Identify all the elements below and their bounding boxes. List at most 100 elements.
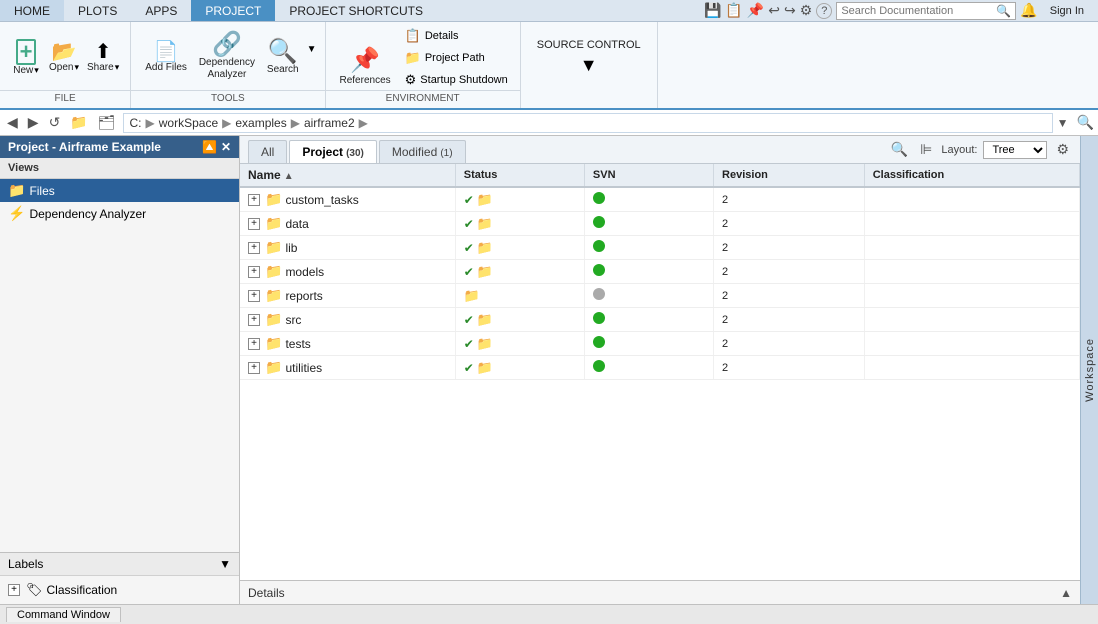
file-svn-cell	[584, 212, 713, 236]
search-files-button[interactable]: 🔍	[888, 140, 911, 159]
classification-item[interactable]: + 🏷 Classification	[8, 580, 231, 600]
expand-classification-btn[interactable]: +	[8, 584, 20, 596]
references-icon: 📌	[350, 46, 380, 75]
table-row[interactable]: + 📁 tests ✔ 📁2	[240, 332, 1080, 356]
tools-expand-button[interactable]: ▼	[307, 44, 317, 71]
menu-apps[interactable]: APPS	[131, 0, 191, 21]
layout-settings-button[interactable]: ⚙	[1053, 140, 1072, 159]
address-search-button[interactable]: 🔍	[1077, 114, 1094, 131]
classification-icon: 🏷	[26, 582, 43, 598]
command-window-tab[interactable]: Command Window	[6, 607, 121, 622]
labels-collapse-icon: ▼	[219, 557, 231, 571]
expand-row-btn[interactable]: +	[248, 218, 260, 230]
source-control-dropdown[interactable]: ▼	[580, 55, 598, 76]
menu-home[interactable]: HOME	[0, 0, 64, 21]
ribbon-section-environment: 📌 References 📋 Details 📁 Project Path ⚙ …	[326, 22, 521, 108]
forward-button[interactable]: ▶	[25, 114, 42, 131]
address-path[interactable]: C: ▶ workSpace ▶ examples ▶ airframe2 ▶	[123, 113, 1053, 133]
labels-header[interactable]: Labels ▼	[0, 553, 239, 576]
references-button[interactable]: 📌 References	[334, 42, 397, 90]
file-name-cell[interactable]: + 📁 src	[240, 308, 455, 332]
table-row[interactable]: + 📁 data ✔ 📁2	[240, 212, 1080, 236]
sidebar-item-files[interactable]: 📁 Files	[0, 179, 239, 202]
toolbar-icon-copy[interactable]: 📋	[725, 2, 742, 19]
table-row[interactable]: + 📁 reports 📁2	[240, 284, 1080, 308]
table-row[interactable]: + 📁 utilities ✔ 📁2	[240, 356, 1080, 380]
col-header-status[interactable]: Status	[455, 164, 584, 187]
sign-in-button[interactable]: Sign In	[1042, 3, 1092, 19]
file-name-cell[interactable]: + 📁 tests	[240, 332, 455, 356]
add-files-button[interactable]: 📄 Add Files	[139, 38, 193, 77]
address-dropdown-button[interactable]: ▼	[1057, 116, 1069, 130]
expand-row-btn[interactable]: +	[248, 338, 260, 350]
tab-modified[interactable]: Modified (1)	[379, 140, 466, 163]
status-check-icon: ✔	[464, 241, 474, 255]
file-status-cell: ✔ 📁	[455, 187, 584, 212]
file-svn-cell	[584, 356, 713, 380]
file-status-cell: ✔ 📁	[455, 356, 584, 380]
col-header-name[interactable]: Name ▲	[240, 164, 455, 187]
toolbar-icon-undo[interactable]: ↩	[768, 2, 780, 19]
references-label: References	[340, 75, 391, 86]
sidebar-item-dependency-analyzer[interactable]: ⚡ Dependency Analyzer	[0, 202, 239, 225]
filter-button[interactable]: ⊫	[917, 140, 935, 159]
browse-button2[interactable]: 🗂	[95, 114, 119, 131]
menu-plots[interactable]: PLOTS	[64, 0, 131, 21]
expand-row-btn[interactable]: +	[248, 266, 260, 278]
project-close-button[interactable]: ✕	[221, 140, 231, 154]
status-check-icon: ✔	[464, 313, 474, 327]
open-dropdown-arrow[interactable]: ▾	[74, 62, 79, 73]
svn-status-dot	[593, 240, 605, 252]
search-button[interactable]: 🔍 Search	[261, 36, 305, 79]
file-name-cell[interactable]: + 📁 data	[240, 212, 455, 236]
refresh-button[interactable]: ↺	[46, 114, 64, 131]
layout-select[interactable]: Tree List Details	[983, 141, 1047, 159]
expand-row-btn[interactable]: +	[248, 314, 260, 326]
tab-all[interactable]: All	[248, 140, 287, 163]
search-documentation-input[interactable]	[841, 5, 996, 17]
dependency-analyzer-button[interactable]: 🔗 DependencyAnalyzer	[195, 29, 259, 85]
project-path-button[interactable]: 📁 Project Path	[401, 48, 512, 68]
file-name-cell[interactable]: + 📁 reports	[240, 284, 455, 308]
file-name-cell[interactable]: + 📁 models	[240, 260, 455, 284]
tab-project[interactable]: Project (30)	[289, 140, 377, 163]
toolbar-icon-redo[interactable]: ↪	[784, 2, 796, 19]
search-documentation-box[interactable]: 🔍	[836, 2, 1016, 20]
file-name-cell[interactable]: + 📁 custom_tasks	[240, 187, 455, 212]
share-dropdown-arrow[interactable]: ▾	[115, 62, 120, 73]
browse-folder-button[interactable]: 📁	[67, 114, 90, 131]
table-row[interactable]: + 📁 lib ✔ 📁2	[240, 236, 1080, 260]
status-check-icon: ✔	[464, 361, 474, 375]
help-icon[interactable]: ?	[816, 3, 832, 19]
details-collapse-button[interactable]: ▲	[1060, 586, 1072, 600]
back-button[interactable]: ◀	[4, 114, 21, 131]
startup-shutdown-button[interactable]: ⚙ Startup Shutdown	[401, 70, 512, 90]
file-name-cell[interactable]: + 📁 utilities	[240, 356, 455, 380]
expand-row-btn[interactable]: +	[248, 242, 260, 254]
file-status-cell: 📁	[455, 284, 584, 308]
menu-project-shortcuts[interactable]: PROJECT SHORTCUTS	[275, 0, 437, 21]
toolbar-icon-paste[interactable]: 📌	[747, 2, 764, 19]
menu-project[interactable]: PROJECT	[191, 0, 275, 21]
svn-status-dot	[593, 288, 605, 300]
col-header-revision[interactable]: Revision	[714, 164, 865, 187]
project-minimize-button[interactable]: 🔼	[202, 140, 217, 154]
expand-row-btn[interactable]: +	[248, 290, 260, 302]
col-header-svn[interactable]: SVN	[584, 164, 713, 187]
notification-icon[interactable]: 🔔	[1020, 2, 1037, 19]
table-row[interactable]: + 📁 models ✔ 📁2	[240, 260, 1080, 284]
new-dropdown-arrow[interactable]: ▾	[34, 65, 39, 76]
file-name-cell[interactable]: + 📁 lib	[240, 236, 455, 260]
toolbar-icon-save[interactable]: 💾	[704, 2, 721, 19]
table-row[interactable]: + 📁 src ✔ 📁2	[240, 308, 1080, 332]
table-row[interactable]: + 📁 custom_tasks ✔ 📁2	[240, 187, 1080, 212]
share-button[interactable]: ⬆ Share ▾	[84, 38, 122, 77]
workspace-sidebar[interactable]: Workspace	[1080, 136, 1098, 604]
new-button[interactable]: + New ▾	[8, 35, 44, 80]
open-button[interactable]: 📂 Open ▾	[46, 38, 82, 77]
expand-row-btn[interactable]: +	[248, 194, 260, 206]
col-header-classification[interactable]: Classification	[864, 164, 1079, 187]
details-button[interactable]: 📋 Details	[401, 26, 512, 46]
expand-row-btn[interactable]: +	[248, 362, 260, 374]
toolbar-icon-settings[interactable]: ⚙	[800, 2, 813, 19]
